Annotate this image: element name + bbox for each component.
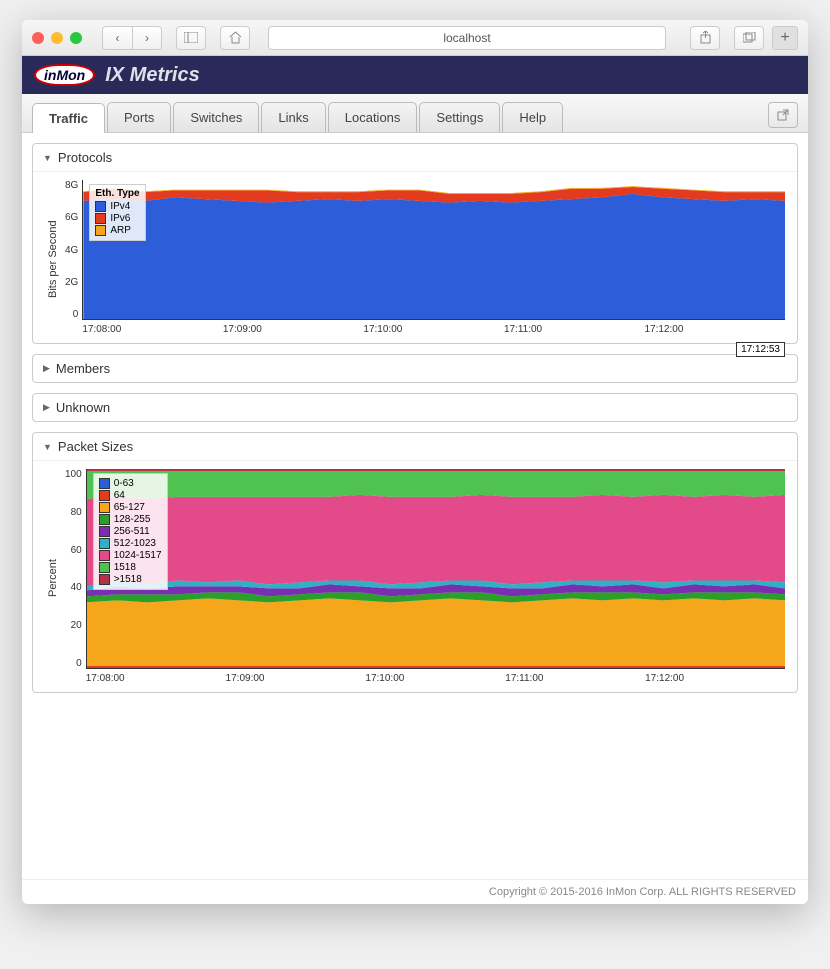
legend-label: IPv4 <box>110 201 130 212</box>
swatch-icon <box>99 526 110 537</box>
panel-header-protocols[interactable]: ▼ Protocols <box>33 144 797 172</box>
address-bar[interactable]: localhost <box>268 26 666 50</box>
legend-title: Eth. Type <box>95 188 139 199</box>
legend-item: 512-1023 <box>99 538 162 549</box>
swatch-icon <box>99 574 110 585</box>
plot-area[interactable]: Eth. Type IPv4IPv6ARP <box>82 180 785 320</box>
swatch-icon <box>99 562 110 573</box>
legend-label: 64 <box>114 490 125 501</box>
share-button[interactable] <box>690 26 720 50</box>
footer: Copyright © 2015-2016 InMon Corp. ALL RI… <box>22 879 808 904</box>
home-button[interactable] <box>220 26 250 50</box>
tab-settings[interactable]: Settings <box>419 102 500 132</box>
tabs-button[interactable] <box>734 26 764 50</box>
legend-item: IPv4 <box>95 201 139 212</box>
panel-protocols: ▼ Protocols Bits per Second8G6G4G2G0 Eth.… <box>32 143 798 344</box>
tab-traffic[interactable]: Traffic <box>32 103 105 133</box>
y-axis-label: Bits per Second <box>45 180 61 339</box>
legend-item: IPv6 <box>95 213 139 224</box>
swatch-icon <box>99 514 110 525</box>
address-text: localhost <box>443 31 490 45</box>
legend-label: 1518 <box>114 562 136 573</box>
legend-item: 65-127 <box>99 502 162 513</box>
nav-buttons: ‹ › <box>102 26 162 50</box>
legend-label: 256-511 <box>114 526 150 537</box>
chart-packet-sizes: Percent100806040200 0-636465-127128-25525… <box>45 469 785 688</box>
tab-ports[interactable]: Ports <box>107 102 171 132</box>
back-button[interactable]: ‹ <box>102 26 132 50</box>
legend-label: IPv6 <box>110 213 130 224</box>
panel-title: Members <box>56 361 110 376</box>
browser-window: ‹ › localhost + inMon IX Metrics Traffic… <box>22 20 808 904</box>
chevron-right-icon: ▶ <box>43 363 50 374</box>
sidebar-button[interactable] <box>176 26 206 50</box>
y-axis-label: Percent <box>45 469 61 688</box>
legend-label: >1518 <box>114 574 142 585</box>
window-controls <box>32 32 82 44</box>
swatch-icon <box>95 225 106 236</box>
popout-button[interactable] <box>768 102 798 128</box>
legend-item: 128-255 <box>99 514 162 525</box>
swatch-icon <box>99 490 110 501</box>
cursor-time-label: 17:12:53 <box>736 342 785 357</box>
legend-item: 64 <box>99 490 162 501</box>
legend-label: 1024-1517 <box>114 550 162 561</box>
legend-label: 0-63 <box>114 478 134 489</box>
legend-item: 1518 <box>99 562 162 573</box>
y-axis: 8G6G4G2G0 <box>61 180 82 320</box>
tab-locations[interactable]: Locations <box>328 102 418 132</box>
legend-item: 1024-1517 <box>99 550 162 561</box>
legend-label: ARP <box>110 225 131 236</box>
plot-area[interactable]: 0-636465-127128-255256-511512-10231024-1… <box>86 469 785 669</box>
swatch-icon <box>99 550 110 561</box>
panel-header-packet-sizes[interactable]: ▼ Packet Sizes <box>33 433 797 461</box>
minimize-icon[interactable] <box>51 32 63 44</box>
legend-label: 65-127 <box>114 502 145 513</box>
panel-header-members[interactable]: ▶ Members <box>33 355 797 382</box>
legend-item: 0-63 <box>99 478 162 489</box>
chevron-down-icon: ▼ <box>43 153 52 163</box>
legend-label: 128-255 <box>114 514 151 525</box>
content-area: ▼ Protocols Bits per Second8G6G4G2G0 Eth.… <box>22 133 808 879</box>
legend: 0-636465-127128-255256-511512-10231024-1… <box>93 473 168 590</box>
tab-help[interactable]: Help <box>502 102 563 132</box>
tab-links[interactable]: Links <box>261 102 325 132</box>
panel-title: Unknown <box>56 400 110 415</box>
logo: inMon <box>34 64 95 86</box>
panel-members: ▶ Members <box>32 354 798 383</box>
legend: Eth. Type IPv4IPv6ARP <box>89 184 145 241</box>
legend-item: 256-511 <box>99 526 162 537</box>
x-axis: 17:08:0017:09:0017:10:0017:11:0017:12:00 <box>86 669 785 688</box>
zoom-icon[interactable] <box>70 32 82 44</box>
swatch-icon <box>99 538 110 549</box>
panel-body-protocols: Bits per Second8G6G4G2G0 Eth. Type IPv4IPv… <box>33 172 797 343</box>
panel-packet-sizes: ▼ Packet Sizes Percent100806040200 0-6364… <box>32 432 798 693</box>
x-axis: 17:08:0017:09:0017:10:0017:11:0017:12:00 <box>82 320 785 339</box>
close-icon[interactable] <box>32 32 44 44</box>
legend-item: >1518 <box>99 574 162 585</box>
chevron-right-icon: ▶ <box>43 402 50 413</box>
swatch-icon <box>95 201 106 212</box>
panel-unknown: ▶ Unknown <box>32 393 798 422</box>
swatch-icon <box>99 478 110 489</box>
panel-body-packet-sizes: Percent100806040200 0-636465-127128-25525… <box>33 461 797 692</box>
chart-protocols: Bits per Second8G6G4G2G0 Eth. Type IPv4IPv… <box>45 180 785 339</box>
app-header: inMon IX Metrics <box>22 56 808 94</box>
tab-switches[interactable]: Switches <box>173 102 259 132</box>
swatch-icon <box>99 502 110 513</box>
legend-label: 512-1023 <box>114 538 156 549</box>
new-tab-button[interactable]: + <box>772 26 798 50</box>
chevron-down-icon: ▼ <box>43 442 52 452</box>
forward-button[interactable]: › <box>132 26 162 50</box>
legend-item: ARP <box>95 225 139 236</box>
panel-title: Protocols <box>58 150 112 165</box>
tab-bar: TrafficPortsSwitchesLinksLocationsSettin… <box>22 94 808 133</box>
titlebar: ‹ › localhost + <box>22 20 808 56</box>
panel-header-unknown[interactable]: ▶ Unknown <box>33 394 797 421</box>
app-title: IX Metrics <box>105 64 199 87</box>
swatch-icon <box>95 213 106 224</box>
panel-title: Packet Sizes <box>58 439 133 454</box>
y-axis: 100806040200 <box>61 469 86 669</box>
